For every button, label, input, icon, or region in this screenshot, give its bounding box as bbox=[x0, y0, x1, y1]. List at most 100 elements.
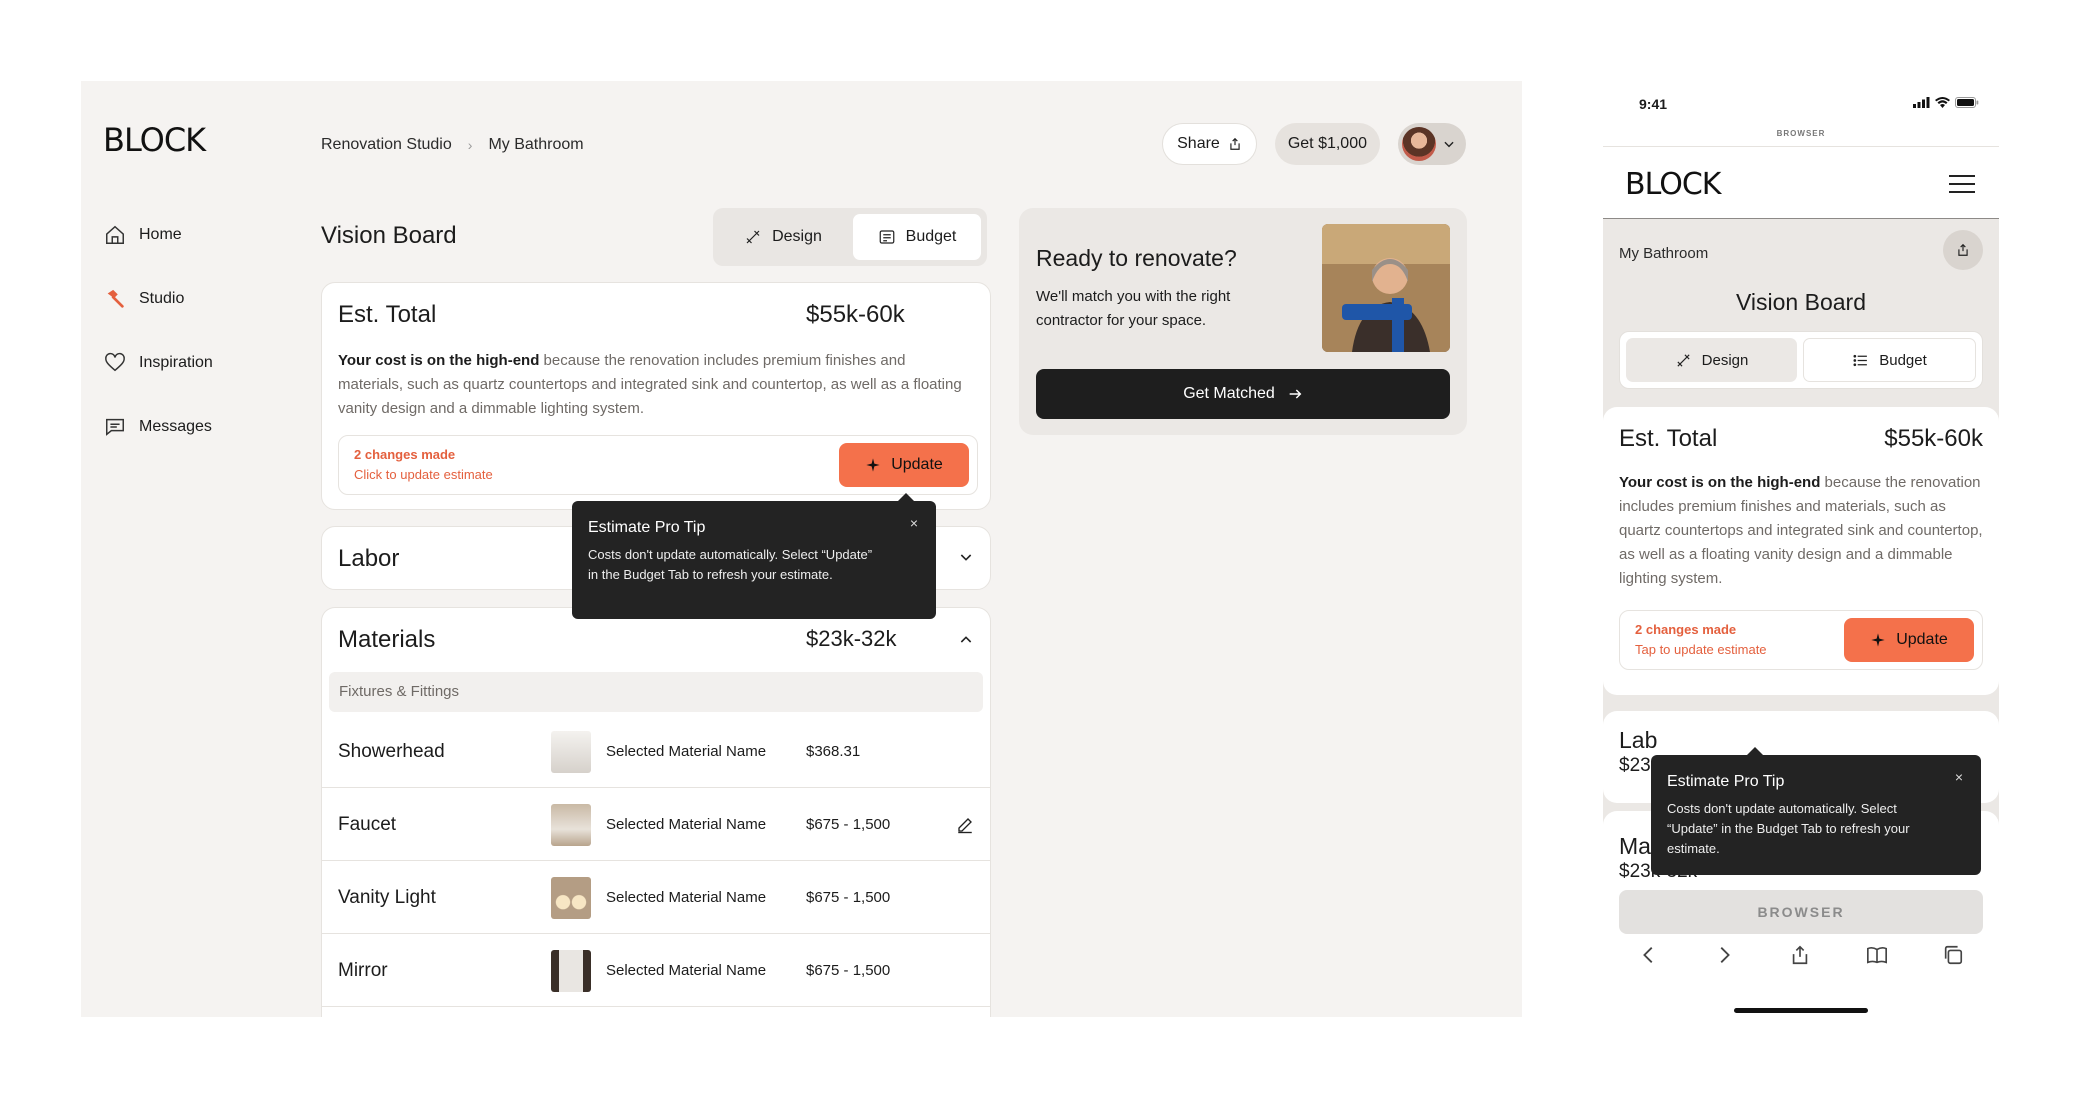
close-icon[interactable]: × bbox=[1955, 769, 1963, 785]
sidebar-item-studio[interactable]: Studio bbox=[103, 267, 213, 331]
estimate-desc-bold: Your cost is on the high-end bbox=[338, 352, 540, 369]
chevron-down-icon[interactable] bbox=[958, 549, 974, 565]
tab-design[interactable]: Design bbox=[1626, 338, 1797, 382]
tab-label: Design bbox=[1701, 351, 1749, 369]
sidebar-item-home[interactable]: Home bbox=[103, 203, 213, 267]
material-item-name: Mirror bbox=[338, 959, 388, 981]
tooltip-body: Costs don't update automatically. Select… bbox=[1667, 801, 1910, 856]
material-price: $675 - 1,500 bbox=[806, 816, 891, 833]
materials-title: Materials bbox=[338, 626, 436, 653]
referral-button[interactable]: Get $1,000 bbox=[1274, 123, 1380, 165]
message-icon bbox=[103, 415, 127, 439]
update-label: Update bbox=[891, 456, 943, 473]
share-icon[interactable] bbox=[1789, 944, 1811, 966]
status-icons bbox=[1913, 97, 1979, 108]
bookmarks-icon[interactable] bbox=[1865, 944, 1889, 966]
sidebar-item-label: Studio bbox=[139, 290, 185, 307]
material-row[interactable]: Vanity Light Selected Material Name $675… bbox=[322, 862, 990, 934]
material-item-name: Faucet bbox=[338, 813, 397, 835]
tab-budget[interactable]: Budget bbox=[1803, 338, 1976, 382]
estimate-pro-tip-tooltip: Estimate Pro Tip × Costs don't update au… bbox=[572, 493, 936, 619]
browser-toolbar bbox=[1603, 944, 1999, 966]
tooltip-title: Estimate Pro Tip bbox=[588, 519, 706, 536]
sidebar-item-inspiration[interactable]: Inspiration bbox=[103, 331, 213, 395]
material-group-header: Fixtures & Fittings bbox=[329, 672, 983, 712]
material-selection: Selected Material Name bbox=[606, 743, 767, 760]
list-icon bbox=[1852, 352, 1869, 369]
estimate-card: Est. Total $55k-60k Your cost is on the … bbox=[321, 282, 991, 510]
showerhead-thumbnail bbox=[551, 730, 591, 773]
faucet-thumbnail bbox=[551, 803, 591, 846]
estimate-value: $55k-60k bbox=[806, 301, 905, 328]
estimate-title: Est. Total bbox=[1619, 425, 1718, 452]
ruler-pencil-icon bbox=[1675, 352, 1692, 369]
tab-budget[interactable]: Budget bbox=[853, 214, 981, 260]
page-title: Vision Board bbox=[321, 222, 457, 249]
material-selection: Selected Material Name bbox=[606, 889, 767, 906]
tab-design[interactable]: Design bbox=[719, 214, 847, 260]
tab-label: Design bbox=[772, 228, 822, 245]
material-price: $675 - 1,500 bbox=[806, 889, 891, 906]
share-button[interactable]: Share bbox=[1162, 123, 1257, 165]
signal-icon bbox=[1913, 97, 1930, 108]
breadcrumb-root[interactable]: Renovation Studio bbox=[321, 136, 452, 154]
sidebar-item-label: Inspiration bbox=[139, 354, 213, 371]
sidebar-item-label: Home bbox=[139, 226, 182, 243]
share-icon bbox=[1228, 137, 1242, 151]
estimate-title: Est. Total bbox=[338, 301, 437, 328]
changes-banner: 2 changes made Tap to update estimate Up… bbox=[1619, 610, 1983, 670]
material-row[interactable]: Mirror Selected Material Name $675 - 1,5… bbox=[322, 935, 990, 1007]
material-item-name: Showerhead bbox=[338, 740, 445, 762]
materials-value: $23k-32k bbox=[806, 626, 897, 651]
arrow-right-icon bbox=[1287, 386, 1303, 402]
estimate-description: Your cost is on the high-end because the… bbox=[1619, 471, 1989, 591]
share-label: Share bbox=[1177, 135, 1220, 152]
back-icon[interactable] bbox=[1638, 944, 1660, 966]
forward-icon[interactable] bbox=[1713, 944, 1735, 966]
contractor-match-card: Ready to renovate? We'll match you with … bbox=[1019, 208, 1467, 435]
status-time: 9:41 bbox=[1639, 96, 1668, 112]
estimate-card: Est. Total $55k-60k Your cost is on the … bbox=[1603, 407, 1999, 695]
budget-icon bbox=[878, 228, 896, 246]
material-row[interactable]: Faucet Selected Material Name $675 - 1,5… bbox=[322, 789, 990, 861]
breadcrumb-current: My Bathroom bbox=[1619, 245, 1709, 262]
sparkle-icon bbox=[865, 457, 881, 473]
edit-pencil-icon[interactable] bbox=[956, 816, 974, 834]
chevron-up-icon[interactable] bbox=[958, 632, 974, 648]
breadcrumb-current: My Bathroom bbox=[488, 136, 584, 153]
breadcrumb: Renovation Studio › My Bathroom bbox=[321, 136, 584, 154]
tabs-icon[interactable] bbox=[1942, 944, 1964, 966]
material-selection: Selected Material Name bbox=[606, 816, 767, 833]
material-selection: Selected Material Name bbox=[606, 962, 767, 979]
sidebar: Home Studio Inspiration Messages bbox=[103, 203, 213, 459]
close-icon[interactable]: × bbox=[910, 515, 918, 531]
sidebar-item-messages[interactable]: Messages bbox=[103, 395, 213, 459]
wifi-icon bbox=[1935, 97, 1950, 108]
browser-label: BROWSER bbox=[1776, 129, 1826, 138]
changes-title: 2 changes made bbox=[354, 447, 456, 462]
heart-icon bbox=[103, 351, 127, 375]
logo[interactable]: BLOCK bbox=[103, 121, 206, 159]
estimate-description: Your cost is on the high-end because the… bbox=[338, 349, 968, 421]
header-actions: Share Get $1,000 bbox=[1162, 123, 1466, 165]
ready-title: Ready to renovate? bbox=[1036, 245, 1237, 271]
update-button[interactable]: Update bbox=[1844, 618, 1974, 662]
update-button[interactable]: Update bbox=[839, 443, 969, 487]
url-bar[interactable]: BROWSER bbox=[1619, 890, 1983, 934]
sidebar-item-label: Messages bbox=[139, 418, 212, 435]
home-icon bbox=[103, 223, 127, 247]
page-title: Vision Board bbox=[1736, 289, 1866, 315]
vanity-light-thumbnail bbox=[551, 876, 591, 919]
sparkle-icon bbox=[1870, 632, 1886, 648]
account-menu-button[interactable] bbox=[1398, 123, 1466, 165]
labor-value: $23 bbox=[1619, 755, 1651, 776]
tooltip-title: Estimate Pro Tip bbox=[1667, 773, 1785, 790]
material-price: $368.31 bbox=[806, 743, 861, 760]
menu-icon[interactable] bbox=[1949, 175, 1975, 199]
estimate-pro-tip-tooltip: Estimate Pro Tip × Costs don't update au… bbox=[1651, 747, 1981, 875]
share-button[interactable] bbox=[1943, 230, 1983, 270]
material-row[interactable]: Showerhead Selected Material Name $368.3… bbox=[322, 716, 990, 788]
get-matched-button[interactable]: Get Matched bbox=[1036, 369, 1450, 419]
home-indicator bbox=[1734, 1008, 1868, 1013]
logo[interactable]: BLOCK bbox=[1625, 167, 1721, 202]
